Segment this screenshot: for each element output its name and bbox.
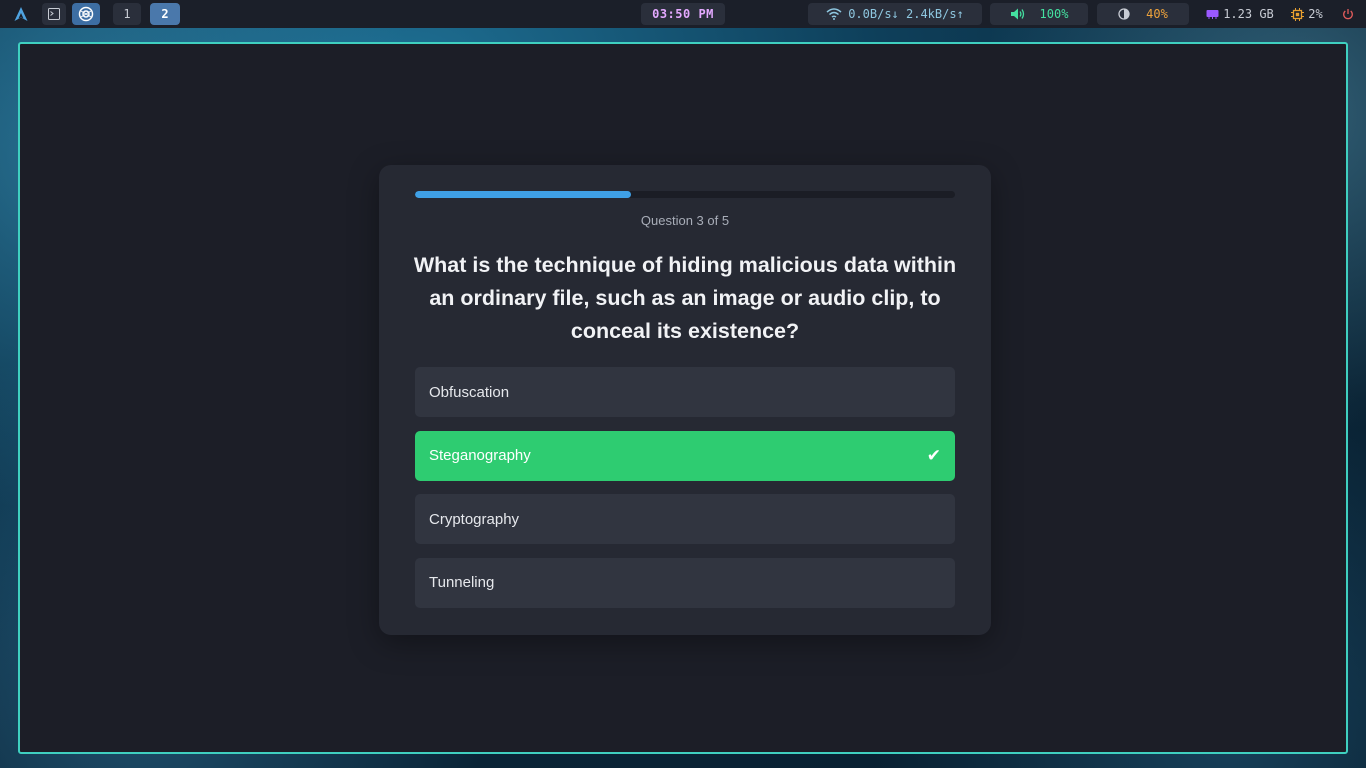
wifi-icon xyxy=(826,8,842,20)
answer-option-steganography[interactable]: Steganography ✔ xyxy=(415,430,955,481)
browser-app-icon xyxy=(78,6,94,22)
memory-widget: 1.23 GB xyxy=(1197,3,1283,25)
memory-icon xyxy=(1206,10,1219,19)
browser-app-button[interactable] xyxy=(72,3,100,25)
answer-option-label: Obfuscation xyxy=(429,383,510,401)
answer-options: Obfuscation Steganography ✔ Cryptography… xyxy=(415,367,955,621)
answer-option-label: Tunneling xyxy=(429,574,495,591)
quiz-progress-bar xyxy=(415,191,955,198)
speaker-icon xyxy=(1010,8,1024,20)
workspace-2-button[interactable]: 2 xyxy=(150,3,180,25)
volume-level: 100% xyxy=(1039,7,1069,21)
cpu-icon xyxy=(1291,7,1305,21)
arch-linux-icon xyxy=(14,7,28,21)
network-widget[interactable]: 0.0B/s↓ 2.4kB/s↑ xyxy=(808,3,982,25)
terminal-icon xyxy=(48,8,60,20)
volume-widget[interactable]: 100% xyxy=(990,3,1088,25)
answer-option-tunneling[interactable]: Tunneling xyxy=(415,557,955,608)
clock: 03:50 PM xyxy=(641,3,725,25)
answer-option-label: Steganography xyxy=(429,447,531,464)
terminal-button[interactable] xyxy=(42,3,66,25)
cpu-widget: 2% xyxy=(1284,3,1330,25)
network-speed: 0.0B/s↓ 2.4kB/s↑ xyxy=(848,7,964,21)
power-button[interactable] xyxy=(1336,3,1360,25)
brightness-widget[interactable]: 40% xyxy=(1097,3,1189,25)
app-window: Question 3 of 5 What is the technique of… xyxy=(18,42,1348,754)
answer-option-obfuscation[interactable]: Obfuscation xyxy=(415,367,955,417)
checkmark-icon: ✔ xyxy=(926,445,941,465)
brightness-level: 40% xyxy=(1146,7,1168,21)
top-status-bar: 1 2 03:50 PM 0.0B/s↓ 2.4kB/s↑ 100% 40% 1… xyxy=(0,0,1366,28)
workspace-1-button[interactable]: 1 xyxy=(113,3,141,25)
power-icon xyxy=(1343,9,1353,20)
brightness-icon xyxy=(1118,8,1130,20)
question-text: What is the technique of hiding maliciou… xyxy=(413,253,957,343)
app-launcher-button[interactable] xyxy=(8,3,34,25)
question-counter: Question 3 of 5 xyxy=(640,213,730,228)
answer-option-label: Cryptography xyxy=(429,510,520,528)
quiz-card: Question 3 of 5 What is the technique of… xyxy=(379,165,991,635)
answer-option-cryptography[interactable]: Cryptography xyxy=(415,494,955,544)
cpu-usage: 2% xyxy=(1308,7,1323,21)
quiz-progress-fill xyxy=(415,191,631,198)
memory-usage: 1.23 GB xyxy=(1223,7,1274,21)
